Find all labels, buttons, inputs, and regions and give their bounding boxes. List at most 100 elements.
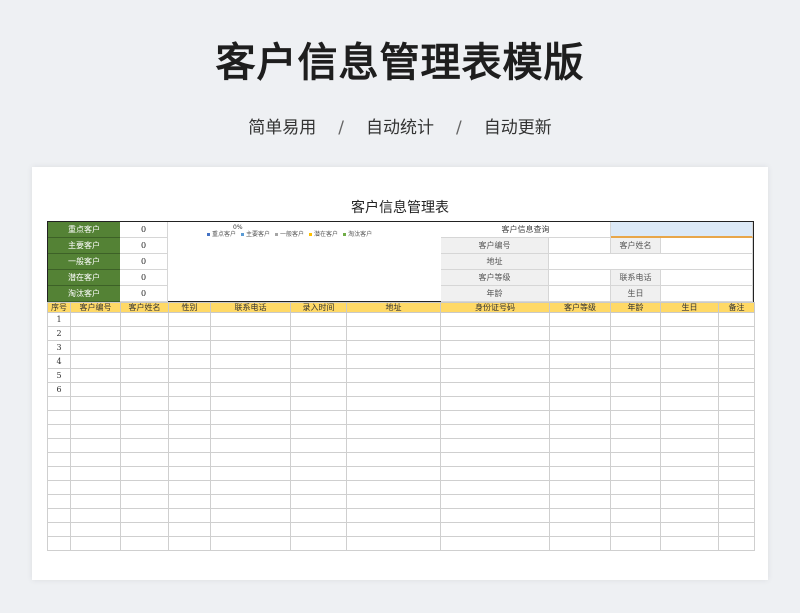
table-cell[interactable]	[120, 368, 169, 383]
table-cell[interactable]	[70, 410, 121, 425]
table-cell[interactable]	[120, 382, 169, 397]
table-cell[interactable]	[210, 508, 291, 523]
table-cell[interactable]	[610, 340, 661, 355]
table-cell[interactable]	[210, 424, 291, 439]
table-cell[interactable]	[120, 340, 169, 355]
table-cell[interactable]	[660, 410, 719, 425]
table-cell[interactable]	[660, 508, 719, 523]
table-cell[interactable]	[610, 326, 661, 341]
row-number-cell[interactable]	[47, 452, 71, 467]
table-cell[interactable]	[168, 410, 211, 425]
table-cell[interactable]	[70, 312, 121, 327]
column-header[interactable]: 性别	[168, 302, 211, 313]
table-cell[interactable]	[440, 508, 550, 523]
column-header[interactable]: 身份证号码	[440, 302, 550, 313]
table-cell[interactable]	[346, 438, 441, 453]
column-header[interactable]: 序号	[47, 302, 71, 313]
table-cell[interactable]	[440, 368, 550, 383]
birthday-value[interactable]	[661, 286, 753, 302]
table-cell[interactable]	[120, 312, 169, 327]
table-cell[interactable]	[549, 354, 611, 369]
table-cell[interactable]	[346, 536, 441, 551]
table-cell[interactable]	[440, 354, 550, 369]
table-cell[interactable]	[610, 494, 661, 509]
table-cell[interactable]	[290, 494, 347, 509]
table-cell[interactable]	[70, 522, 121, 537]
table-cell[interactable]	[660, 438, 719, 453]
table-cell[interactable]	[70, 354, 121, 369]
table-cell[interactable]	[610, 508, 661, 523]
table-cell[interactable]	[660, 480, 719, 495]
table-cell[interactable]	[610, 480, 661, 495]
table-cell[interactable]	[660, 424, 719, 439]
table-cell[interactable]	[718, 312, 755, 327]
table-cell[interactable]	[168, 326, 211, 341]
table-cell[interactable]	[660, 452, 719, 467]
table-cell[interactable]	[290, 340, 347, 355]
table-cell[interactable]	[440, 410, 550, 425]
table-cell[interactable]	[346, 494, 441, 509]
column-header[interactable]: 客户编号	[70, 302, 121, 313]
column-header[interactable]: 客户姓名	[120, 302, 169, 313]
table-cell[interactable]	[718, 326, 755, 341]
table-cell[interactable]	[210, 466, 291, 481]
table-cell[interactable]	[660, 494, 719, 509]
table-cell[interactable]	[210, 410, 291, 425]
row-number-cell[interactable]	[47, 410, 71, 425]
table-cell[interactable]	[210, 494, 291, 509]
table-cell[interactable]	[440, 452, 550, 467]
table-cell[interactable]	[610, 424, 661, 439]
table-cell[interactable]	[549, 494, 611, 509]
table-cell[interactable]	[290, 452, 347, 467]
table-cell[interactable]	[210, 396, 291, 411]
table-cell[interactable]	[210, 312, 291, 327]
table-cell[interactable]	[168, 522, 211, 537]
table-cell[interactable]	[610, 466, 661, 481]
table-cell[interactable]	[120, 354, 169, 369]
table-cell[interactable]	[120, 480, 169, 495]
table-cell[interactable]	[290, 480, 347, 495]
table-cell[interactable]	[168, 466, 211, 481]
stat-value[interactable]: 0	[120, 286, 168, 302]
table-cell[interactable]	[718, 368, 755, 383]
table-cell[interactable]	[440, 536, 550, 551]
table-cell[interactable]	[120, 452, 169, 467]
row-number-cell[interactable]	[47, 466, 71, 481]
table-cell[interactable]	[290, 522, 347, 537]
table-cell[interactable]	[290, 368, 347, 383]
table-cell[interactable]	[346, 508, 441, 523]
table-cell[interactable]	[610, 382, 661, 397]
table-cell[interactable]	[70, 480, 121, 495]
table-cell[interactable]	[70, 340, 121, 355]
table-cell[interactable]	[718, 508, 755, 523]
table-cell[interactable]	[346, 424, 441, 439]
row-number-cell[interactable]: 1	[47, 312, 71, 327]
table-cell[interactable]	[440, 466, 550, 481]
table-cell[interactable]	[210, 382, 291, 397]
stat-value[interactable]: 0	[120, 238, 168, 254]
table-cell[interactable]	[346, 368, 441, 383]
table-cell[interactable]	[549, 466, 611, 481]
table-cell[interactable]	[168, 438, 211, 453]
table-cell[interactable]	[290, 438, 347, 453]
customer-id-value[interactable]	[549, 238, 611, 254]
table-cell[interactable]	[346, 354, 441, 369]
table-cell[interactable]	[660, 382, 719, 397]
table-cell[interactable]	[290, 508, 347, 523]
table-cell[interactable]	[168, 480, 211, 495]
table-cell[interactable]	[346, 312, 441, 327]
table-cell[interactable]	[440, 438, 550, 453]
row-number-cell[interactable]: 6	[47, 382, 71, 397]
table-cell[interactable]	[440, 522, 550, 537]
stat-value[interactable]: 0	[120, 222, 168, 238]
row-number-cell[interactable]	[47, 494, 71, 509]
age-value[interactable]	[549, 286, 611, 302]
table-cell[interactable]	[346, 382, 441, 397]
level-value[interactable]	[549, 270, 611, 286]
table-cell[interactable]	[660, 326, 719, 341]
table-cell[interactable]	[290, 312, 347, 327]
table-cell[interactable]	[610, 312, 661, 327]
table-cell[interactable]	[610, 536, 661, 551]
column-header[interactable]: 录入时间	[290, 302, 347, 313]
table-cell[interactable]	[718, 396, 755, 411]
